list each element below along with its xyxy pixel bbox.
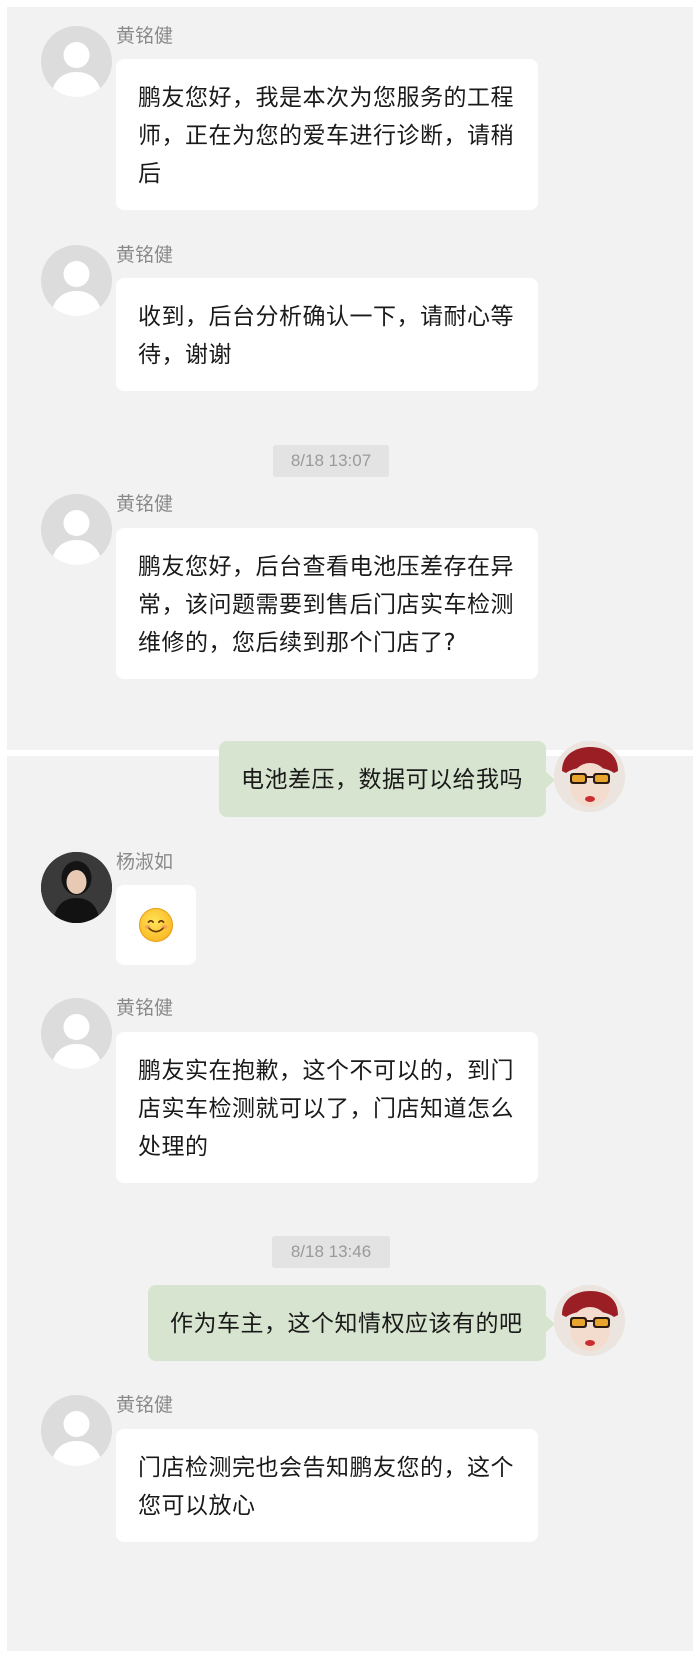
message-line: 鹏友您好，后台查看电池压差存在异 — [138, 554, 514, 580]
message-bubble-self[interactable]: 作为车主，这个知情权应该有的吧 — [148, 1285, 555, 1361]
smiling-face-emoji-icon — [139, 908, 173, 942]
sender-name: 黄铭健 — [116, 493, 174, 515]
sender-name: 黄铭健 — [116, 997, 174, 1019]
message-line: 师，正在为您的爱车进行诊断，请稍 — [138, 123, 514, 149]
message-line: 鹏友您好，我是本次为您服务的工程 — [138, 85, 514, 111]
message-bubble[interactable]: 鹏友您好，我是本次为您服务的工程 师，正在为您的爱车进行诊断，请稍 后 — [116, 59, 538, 210]
chat-screenshot-top: 黄铭健 鹏友您好，我是本次为您服务的工程 师，正在为您的爱车进行诊断，请稍 后 … — [7, 7, 693, 750]
timestamp: 8/18 13:07 — [273, 445, 389, 477]
sender-name: 黄铭健 — [116, 244, 174, 266]
timestamp: 8/18 13:46 — [272, 1236, 390, 1268]
message-line: 待，谢谢 — [138, 342, 232, 368]
self-avatar[interactable] — [554, 1285, 625, 1356]
red-beret-character-icon — [554, 1285, 625, 1356]
message-line: 电池差压，数据可以给我吗 — [241, 767, 523, 793]
sender-name: 杨淑如 — [116, 851, 174, 873]
message-line: 作为车主，这个知情权应该有的吧 — [170, 1311, 523, 1337]
default-user-icon — [51, 510, 102, 565]
message-line: 店实车检测就可以了，门店知道怎么 — [138, 1096, 514, 1122]
message-bubble-self[interactable]: 电池差压，数据可以给我吗 — [219, 741, 555, 817]
message-line: 您可以放心 — [138, 1493, 256, 1519]
message-line: 处理的 — [138, 1134, 209, 1160]
message-line: 维修的，您后续到那个门店了? — [138, 630, 457, 656]
avatar[interactable] — [41, 494, 112, 565]
message-bubble[interactable]: 收到，后台分析确认一下，请耐心等 待，谢谢 — [116, 278, 538, 391]
message-line: 鹏友实在抱歉，这个不可以的，到门 — [138, 1058, 514, 1084]
avatar[interactable] — [41, 998, 112, 1069]
avatar[interactable] — [41, 245, 112, 316]
self-avatar[interactable] — [554, 741, 625, 812]
message-line: 门店检测完也会告知鹏友您的，这个 — [138, 1455, 514, 1481]
message-bubble[interactable] — [116, 885, 196, 965]
message-bubble[interactable]: 鹏友您好，后台查看电池压差存在异 常，该问题需要到售后门店实车检测 维修的，您后… — [116, 528, 538, 679]
chat-screenshot-bottom: 电池差压，数据可以给我吗 杨淑如 黄铭健 鹏友实在抱歉，这个不可以的，到门 店实… — [7, 741, 693, 1651]
avatar[interactable] — [41, 1395, 112, 1466]
message-line: 常，该问题需要到售后门店实车检测 — [138, 592, 514, 618]
default-user-icon — [51, 1411, 102, 1466]
message-line: 收到，后台分析确认一下，请耐心等 — [138, 304, 514, 330]
sender-name: 黄铭健 — [116, 25, 174, 47]
message-line: 后 — [138, 161, 162, 187]
sender-name: 黄铭健 — [116, 1394, 174, 1416]
avatar[interactable] — [41, 852, 112, 923]
portrait-photo-icon — [41, 852, 112, 923]
message-bubble[interactable]: 门店检测完也会告知鹏友您的，这个 您可以放心 — [116, 1429, 538, 1542]
default-user-icon — [51, 42, 102, 97]
default-user-icon — [51, 1014, 102, 1069]
message-bubble[interactable]: 鹏友实在抱歉，这个不可以的，到门 店实车检测就可以了，门店知道怎么 处理的 — [116, 1032, 538, 1183]
red-beret-character-icon — [554, 741, 625, 812]
avatar[interactable] — [41, 26, 112, 97]
default-user-icon — [51, 261, 102, 316]
